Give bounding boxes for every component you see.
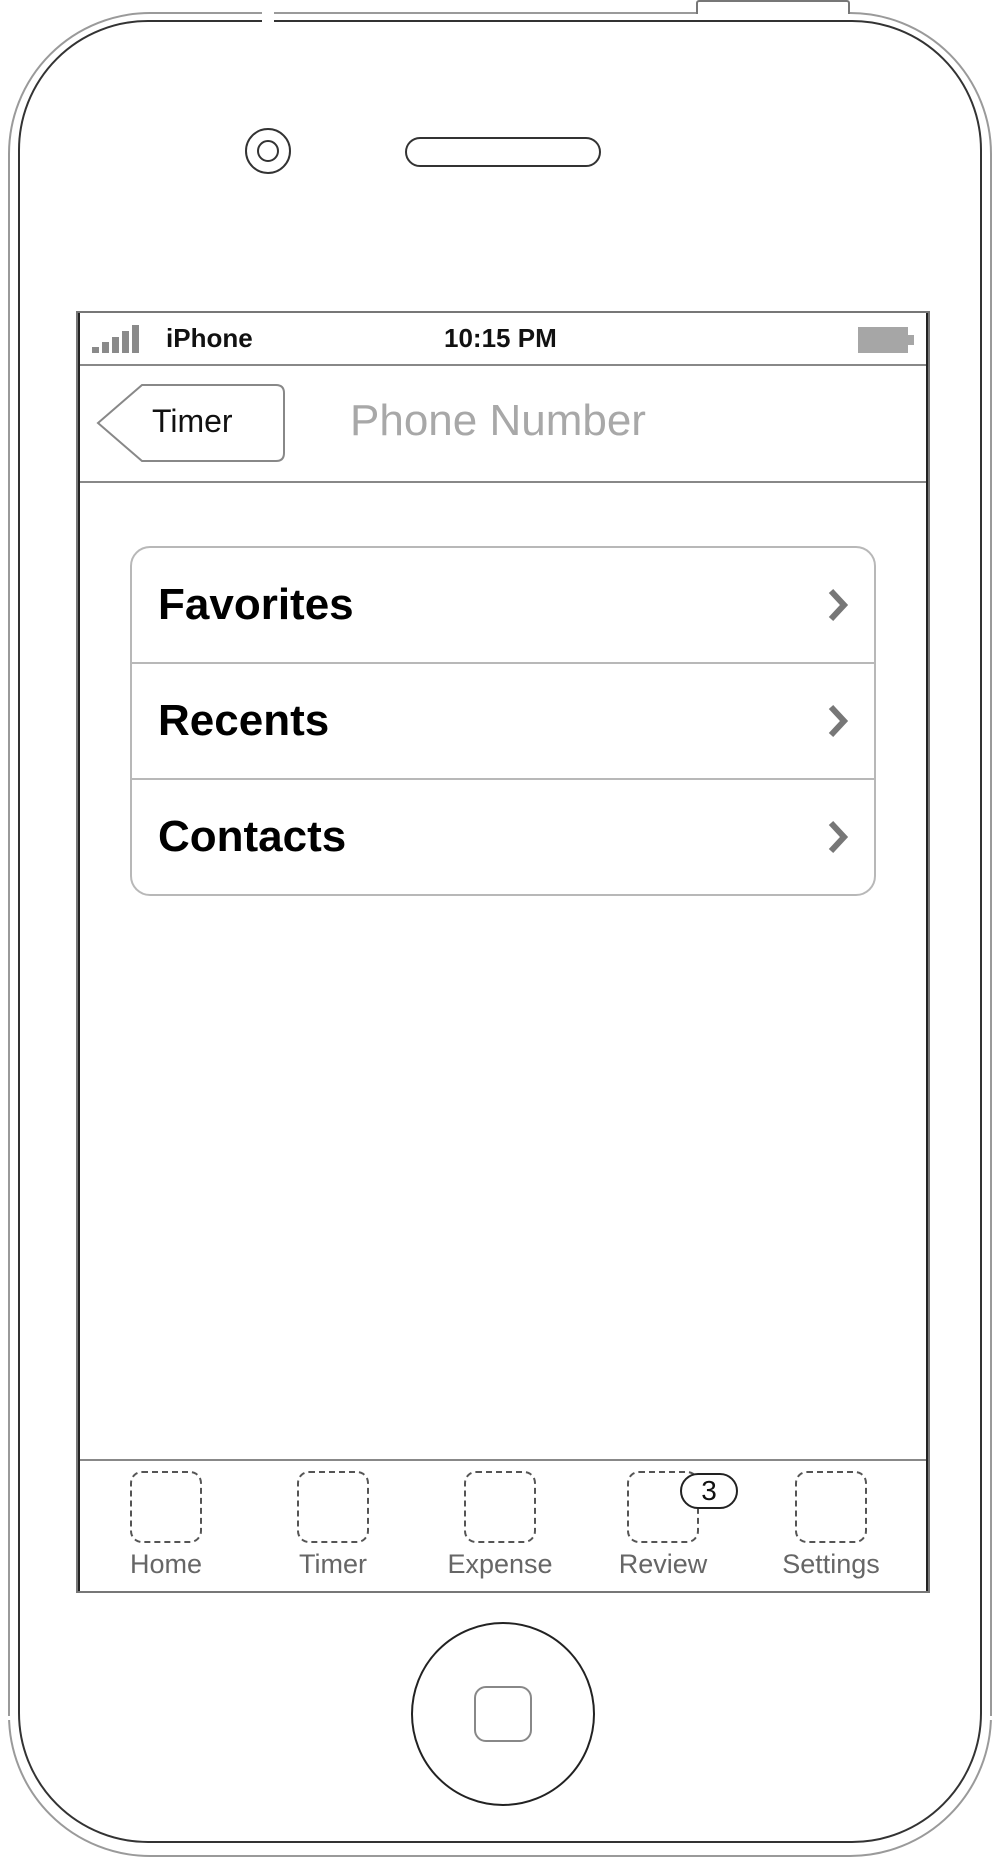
notification-badge: 3 [680,1473,738,1509]
tab-settings[interactable]: Settings [756,1461,906,1589]
menu-item-label: Favorites [158,580,354,629]
chevron-right-icon [828,704,848,738]
menu-item-favorites[interactable]: Favorites [132,548,874,664]
placeholder-icon [130,1471,202,1543]
status-bar: iPhone 10:15 PM [78,313,928,366]
menu-item-label: Contacts [158,812,347,861]
chevron-right-icon [828,820,848,854]
menu-list: Favorites Recents Contacts [130,546,876,896]
tab-timer[interactable]: Timer [258,1461,408,1589]
page-title: Phone Number [350,396,646,445]
placeholder-icon [795,1471,867,1543]
frame-mark-right [986,1716,1004,1720]
battery-icon [858,327,914,353]
chevron-right-icon [828,588,848,622]
status-time: 10:15 PM [444,323,557,353]
placeholder-icon [464,1471,536,1543]
navigation-bar: Timer Phone Number [78,366,928,483]
signal-bars-icon [92,325,144,353]
home-square-icon [474,1686,532,1742]
screen-edge [78,313,928,1591]
tab-home[interactable]: Home [91,1461,241,1589]
back-button[interactable]: Timer [96,383,286,463]
tab-review[interactable]: 3 Review [588,1461,738,1589]
frame-notch [262,8,274,22]
back-button-label: Timer [152,403,233,439]
carrier-name: iPhone [166,323,253,353]
tab-expense[interactable]: Expense [425,1461,575,1589]
placeholder-icon [297,1471,369,1543]
tab-label: Settings [782,1549,880,1579]
power-button [696,0,850,14]
tab-bar: Home Timer Expense 3 Review Settings [78,1459,928,1591]
phone-screen: iPhone 10:15 PM Timer Phone Number Favor… [76,311,930,1593]
menu-item-contacts[interactable]: Contacts [132,780,874,894]
front-camera-icon [245,128,291,174]
menu-item-recents[interactable]: Recents [132,664,874,780]
tab-label: Timer [299,1549,367,1579]
speaker-icon [405,137,601,167]
frame-mark-left [0,1716,18,1720]
tab-label: Expense [447,1549,553,1579]
tab-label: Home [129,1549,203,1579]
tab-label: Review [618,1549,708,1579]
menu-item-label: Recents [158,696,330,745]
